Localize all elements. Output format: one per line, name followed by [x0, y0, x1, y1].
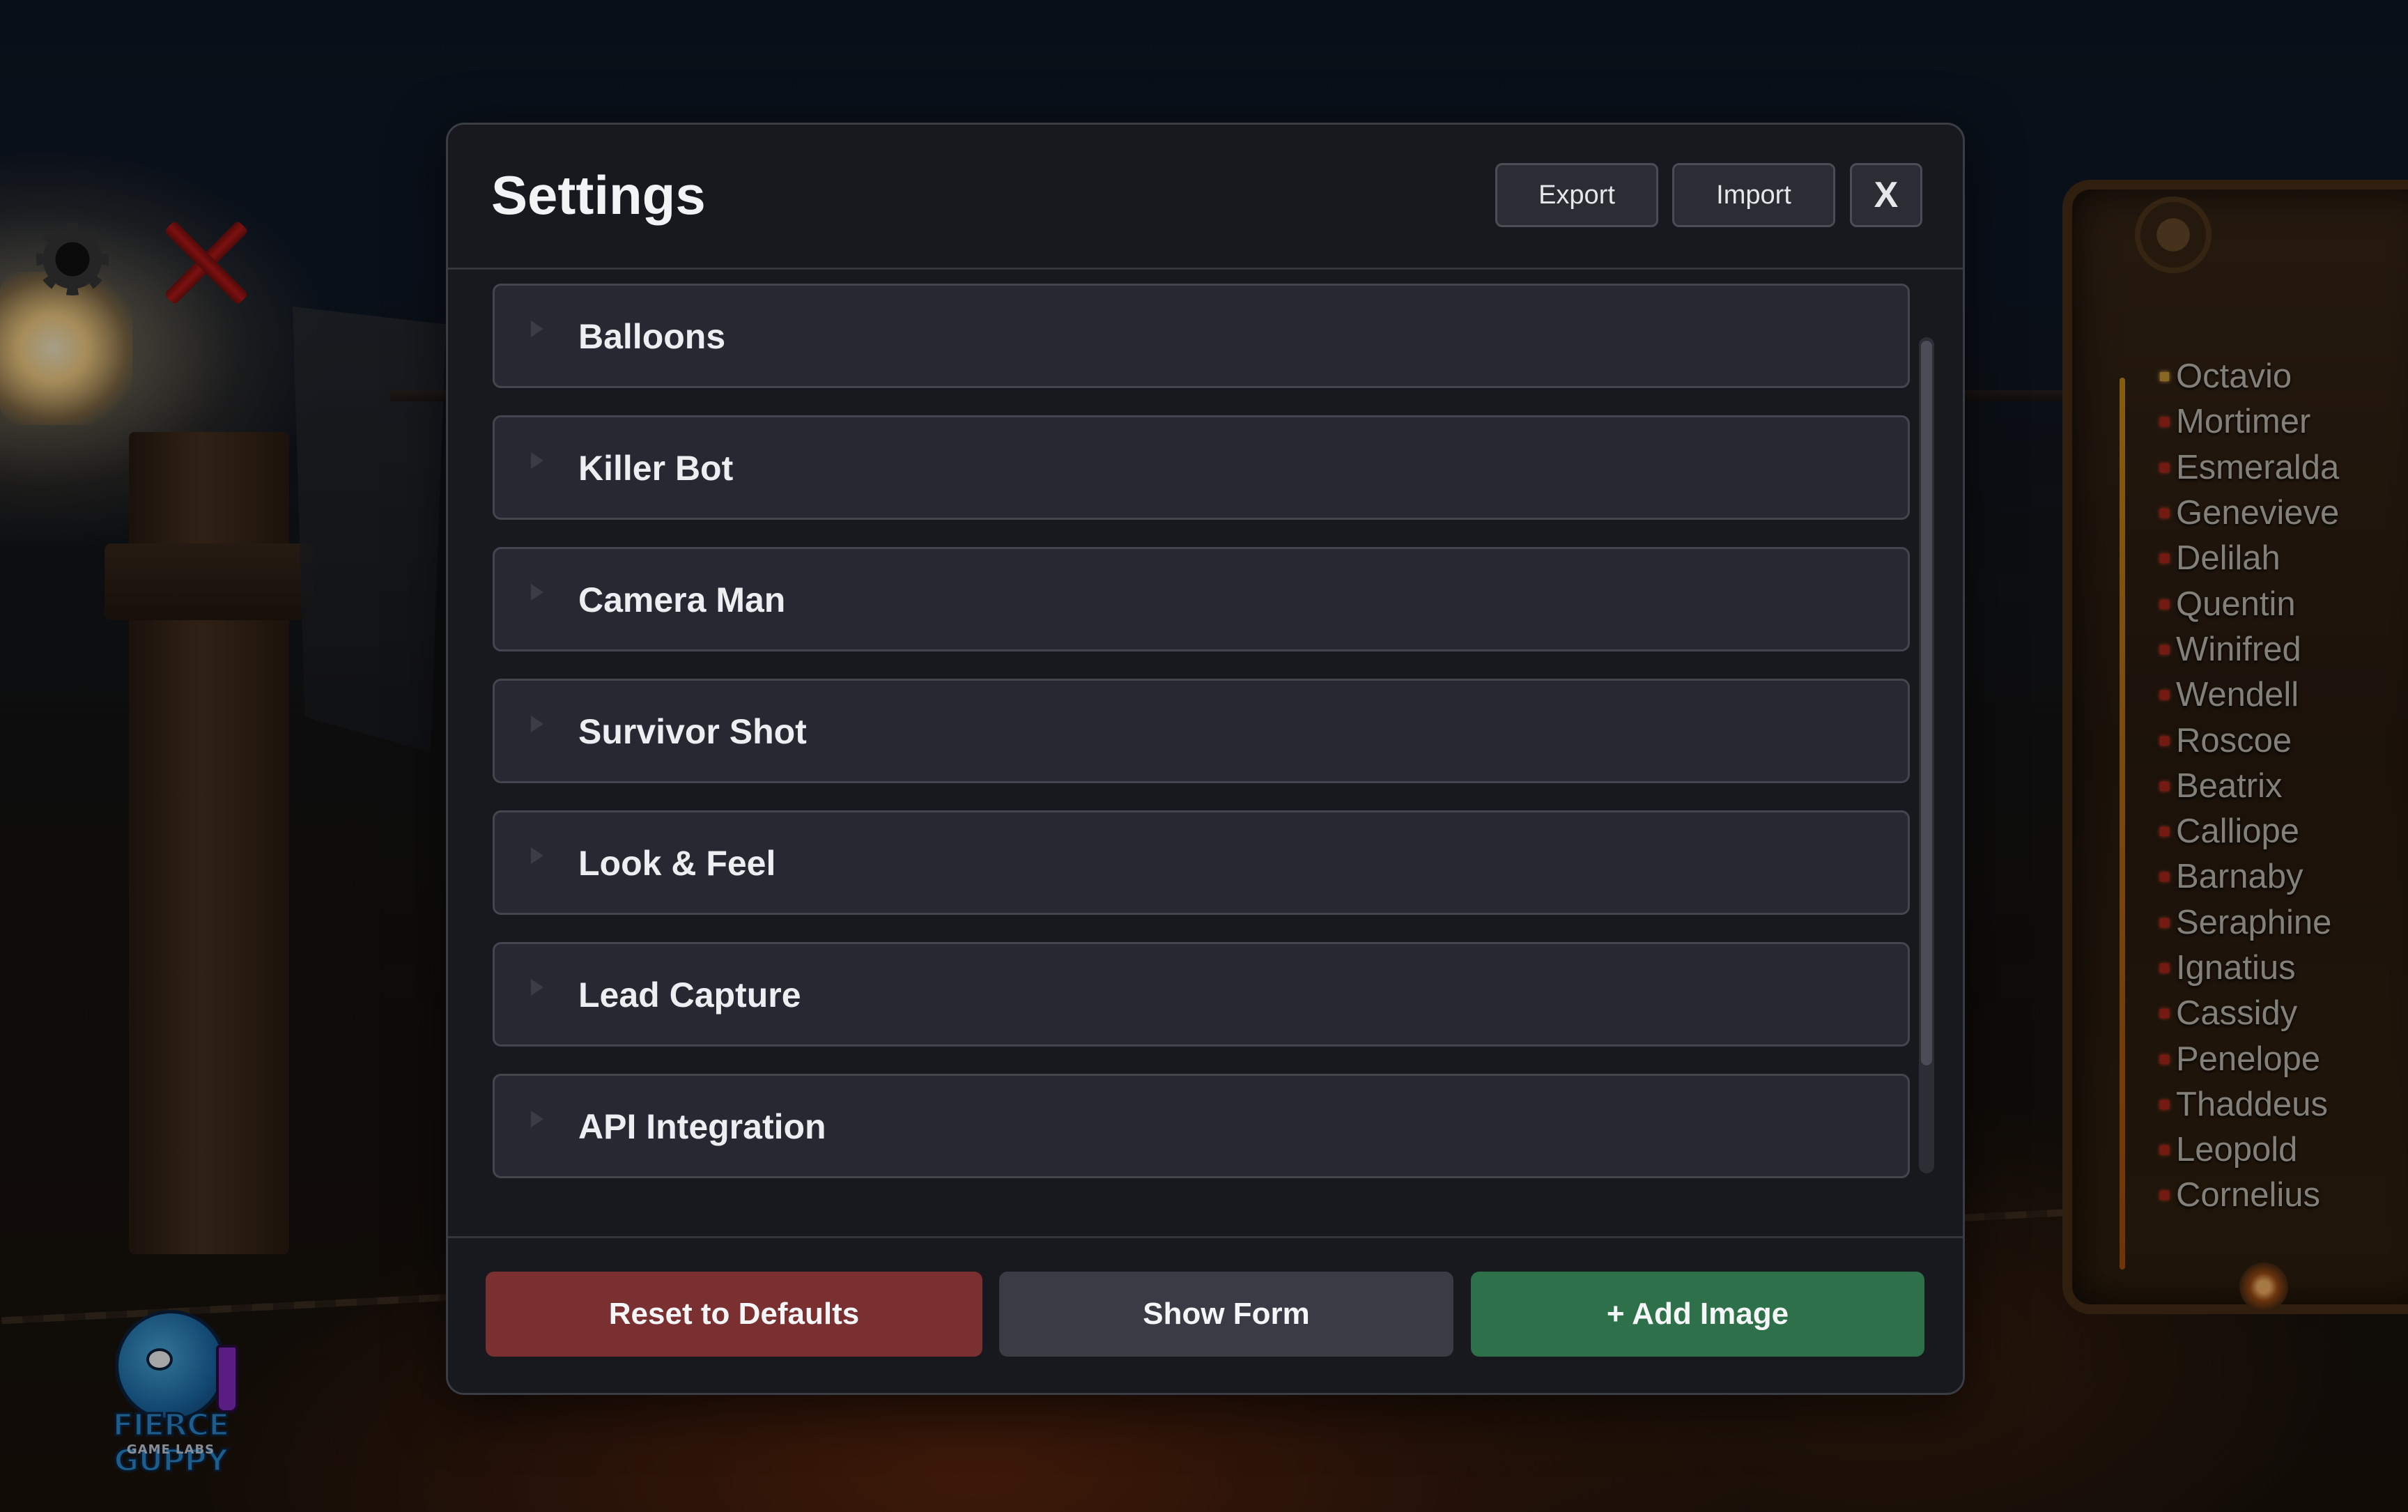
section-label: Balloons — [578, 317, 726, 356]
show-form-button[interactable]: Show Form — [999, 1272, 1453, 1357]
modal-title: Settings — [491, 164, 706, 226]
section-lead-capture[interactable]: Lead Capture — [493, 942, 1910, 1047]
caret-right-icon — [531, 979, 543, 996]
import-button[interactable]: Import — [1672, 163, 1835, 227]
add-image-button[interactable]: + Add Image — [1471, 1272, 1924, 1357]
section-label: Camera Man — [578, 580, 786, 619]
settings-section-list: Balloons Killer Bot Camera Man Survivor … — [493, 284, 1910, 1205]
section-camera-man[interactable]: Camera Man — [493, 547, 1910, 651]
caret-right-icon — [531, 716, 543, 732]
section-label: API Integration — [578, 1107, 826, 1146]
section-label: Look & Feel — [578, 844, 776, 883]
caret-right-icon — [531, 321, 543, 337]
reset-defaults-button[interactable]: Reset to Defaults — [486, 1272, 982, 1357]
settings-modal: Settings Export Import X Balloons Killer… — [446, 123, 1965, 1395]
section-label: Killer Bot — [578, 449, 734, 488]
section-look-and-feel[interactable]: Look & Feel — [493, 810, 1910, 915]
export-button[interactable]: Export — [1495, 163, 1658, 227]
modal-header: Settings Export Import X — [448, 125, 1963, 270]
section-balloons[interactable]: Balloons — [493, 284, 1910, 388]
caret-right-icon — [531, 847, 543, 864]
section-label: Survivor Shot — [578, 712, 807, 751]
section-label: Lead Capture — [578, 975, 801, 1015]
scrollbar-thumb[interactable] — [1921, 341, 1932, 1065]
section-survivor-shot[interactable]: Survivor Shot — [493, 679, 1910, 783]
close-button[interactable]: X — [1850, 163, 1922, 227]
caret-right-icon — [531, 584, 543, 601]
section-killer-bot[interactable]: Killer Bot — [493, 415, 1910, 520]
caret-right-icon — [531, 1111, 543, 1127]
section-api-integration[interactable]: API Integration — [493, 1074, 1910, 1178]
modal-footer: Reset to Defaults Show Form + Add Image — [448, 1236, 1963, 1393]
caret-right-icon — [531, 452, 543, 469]
